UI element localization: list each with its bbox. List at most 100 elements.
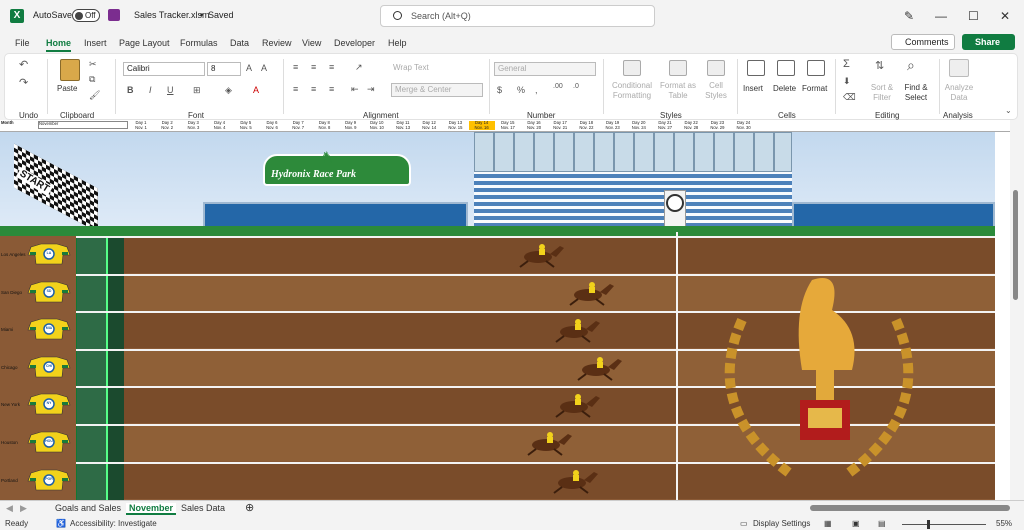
wrap-text-button[interactable]: Wrap Text xyxy=(393,63,429,73)
sort-filter-icon[interactable]: ⇅ xyxy=(875,59,884,72)
tab-file[interactable]: File xyxy=(15,38,30,48)
increase-decimal-icon[interactable]: .00 xyxy=(553,83,563,90)
delete-cells-button[interactable]: Delete xyxy=(773,84,796,94)
underline-icon[interactable]: U xyxy=(167,85,174,95)
day-header[interactable]: Day 3 Nov. 3 xyxy=(180,120,206,130)
sheet-tab-sales-data[interactable]: Sales Data xyxy=(181,503,225,513)
align-middle-icon[interactable]: ≡ xyxy=(311,62,316,72)
month-select[interactable]: November xyxy=(38,121,128,129)
font-color-icon[interactable]: A xyxy=(253,85,259,95)
zoom-level[interactable]: 55% xyxy=(996,519,1012,528)
insert-cells-button[interactable]: Insert xyxy=(743,84,763,94)
page-layout-view-icon[interactable]: ▣ xyxy=(852,519,860,528)
conditional-formatting-icon[interactable] xyxy=(623,60,641,76)
display-settings-icon[interactable]: ▭ xyxy=(740,519,748,528)
day-header[interactable]: Day 11 Nov. 13 xyxy=(390,120,416,130)
find-select-button[interactable]: Find & Select xyxy=(899,83,933,103)
day-header[interactable]: Day 1 Nov. 1 xyxy=(128,120,154,130)
currency-icon[interactable]: $ xyxy=(497,85,502,95)
percent-icon[interactable]: % xyxy=(517,85,525,95)
orientation-icon[interactable]: ↗ xyxy=(355,62,363,73)
minimize-button[interactable]: — xyxy=(935,9,947,23)
zoom-slider-thumb[interactable] xyxy=(927,520,930,529)
redo-icon[interactable]: ↷ xyxy=(19,76,28,89)
copy-icon[interactable]: ⧉ xyxy=(89,74,95,85)
tab-data[interactable]: Data xyxy=(230,38,249,48)
tab-page-layout[interactable]: Page Layout xyxy=(119,38,170,48)
decrease-indent-icon[interactable]: ⇤ xyxy=(351,84,359,95)
sort-filter-button[interactable]: Sort & Filter xyxy=(867,83,897,103)
pen-icon[interactable]: ✎ xyxy=(904,9,914,23)
sheet-tab-goals[interactable]: Goals and Sales xyxy=(55,503,121,513)
paste-button[interactable]: Paste xyxy=(57,84,77,94)
autosum-icon[interactable]: Σ xyxy=(843,58,850,70)
align-top-icon[interactable]: ≡ xyxy=(293,62,298,72)
align-right-icon[interactable]: ≡ xyxy=(329,84,334,94)
day-header[interactable]: Day 14 Nov. 16 xyxy=(468,120,495,130)
insert-cells-icon[interactable] xyxy=(747,60,765,76)
align-left-icon[interactable]: ≡ xyxy=(293,84,298,94)
maximize-button[interactable]: ☐ xyxy=(968,9,979,23)
tab-formulas[interactable]: Formulas xyxy=(180,38,218,48)
align-center-icon[interactable]: ≡ xyxy=(311,84,316,94)
day-header[interactable]: Day 19 Nov. 23 xyxy=(600,120,626,130)
clear-icon[interactable]: ⌫ xyxy=(843,92,856,103)
day-header[interactable]: Day 24 Nov. 30 xyxy=(731,120,757,130)
font-name-select[interactable]: Calibri xyxy=(123,62,205,76)
cut-icon[interactable]: ✂ xyxy=(89,59,97,70)
day-header[interactable]: Day 2 Nov. 2 xyxy=(154,120,180,130)
analyze-data-button[interactable]: Analyze Data xyxy=(941,83,977,103)
day-header[interactable]: Day 8 Nov. 8 xyxy=(311,120,337,130)
format-cells-button[interactable]: Format xyxy=(802,84,827,94)
display-settings-button[interactable]: Display Settings xyxy=(753,519,810,528)
format-as-table-icon[interactable] xyxy=(669,60,687,76)
search-box[interactable]: Search (Alt+Q) xyxy=(380,5,655,27)
merge-center-button[interactable]: Merge & Center xyxy=(391,83,483,97)
day-header[interactable]: Day 13 Nov. 15 xyxy=(442,120,468,130)
cell-styles-button[interactable]: Cell Styles xyxy=(701,81,731,101)
day-header[interactable]: Day 7 Nov. 7 xyxy=(285,120,311,130)
number-format-select[interactable]: General xyxy=(494,62,596,76)
autosave-toggle[interactable]: Off xyxy=(72,9,100,22)
save-icon[interactable] xyxy=(108,9,120,21)
tab-view[interactable]: View xyxy=(302,38,321,48)
day-header[interactable]: Day 10 Nov. 10 xyxy=(364,120,390,130)
undo-icon[interactable]: ↶ xyxy=(19,58,28,71)
align-bottom-icon[interactable]: ≡ xyxy=(329,62,334,72)
comma-icon[interactable]: , xyxy=(535,85,538,95)
normal-view-icon[interactable]: ▦ xyxy=(824,519,832,528)
collapse-ribbon-icon[interactable]: ⌄ xyxy=(1005,106,1012,115)
format-as-table-button[interactable]: Format as Table xyxy=(657,81,699,101)
font-size-select[interactable]: 8 xyxy=(207,62,241,76)
save-status[interactable]: Saved xyxy=(208,10,234,20)
day-header[interactable]: Day 4 Nov. 4 xyxy=(207,120,233,130)
tab-help[interactable]: Help xyxy=(388,38,407,48)
conditional-formatting-button[interactable]: Conditional Formatting xyxy=(609,81,655,101)
comments-button[interactable]: Comments xyxy=(891,34,955,50)
day-header[interactable]: Day 20 Nov. 24 xyxy=(626,120,652,130)
bold-icon[interactable]: B xyxy=(127,85,134,95)
prev-sheet-icon[interactable]: ◀ xyxy=(6,503,13,514)
increase-font-icon[interactable]: A xyxy=(246,63,252,73)
increase-indent-icon[interactable]: ⇥ xyxy=(367,84,375,95)
sheet-tab-november[interactable]: November xyxy=(126,503,177,515)
day-header[interactable]: Day 5 Nov. 5 xyxy=(233,120,259,130)
day-header[interactable]: Day 23 Nov. 29 xyxy=(704,120,730,130)
decrease-font-icon[interactable]: A xyxy=(261,63,267,73)
close-button[interactable]: ✕ xyxy=(1000,9,1010,23)
day-header[interactable]: Day 12 Nov. 14 xyxy=(416,120,442,130)
format-painter-icon[interactable]: 🖌 xyxy=(89,90,100,101)
tab-insert[interactable]: Insert xyxy=(84,38,107,48)
day-header[interactable]: Day 22 Nov. 28 xyxy=(678,120,704,130)
tab-review[interactable]: Review xyxy=(262,38,292,48)
day-header[interactable]: Day 18 Nov. 22 xyxy=(573,120,599,130)
day-header[interactable]: Day 21 Nov. 27 xyxy=(652,120,678,130)
italic-icon[interactable]: I xyxy=(149,85,152,95)
vertical-scrollbar[interactable] xyxy=(1010,120,1024,500)
day-header[interactable]: Day 6 Nov. 6 xyxy=(259,120,285,130)
share-button[interactable]: Share xyxy=(962,34,1015,50)
fill-color-icon[interactable]: ◈ xyxy=(225,85,232,96)
format-cells-icon[interactable] xyxy=(807,60,825,76)
day-header[interactable]: Day 16 Nov. 20 xyxy=(521,120,547,130)
vertical-scroll-thumb[interactable] xyxy=(1013,190,1018,300)
